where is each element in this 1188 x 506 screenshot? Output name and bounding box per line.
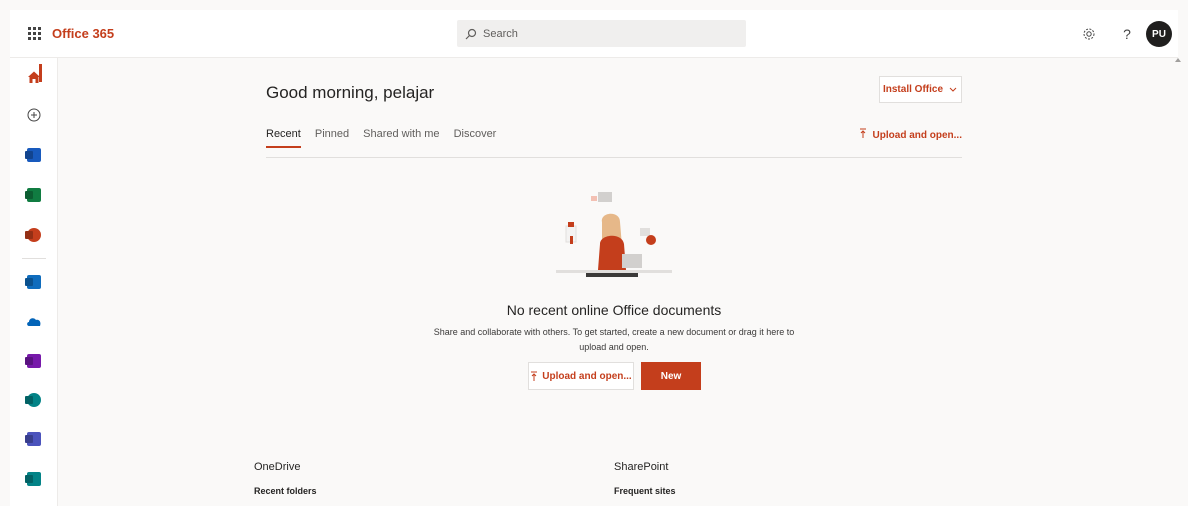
help-button[interactable]: ? (1108, 10, 1146, 58)
powerpoint-icon (27, 228, 41, 242)
waffle-icon (27, 27, 41, 40)
rail-item-home[interactable] (10, 60, 58, 94)
search-box[interactable]: Search (457, 20, 746, 47)
outlook-icon (27, 275, 41, 289)
empty-state-title: No recent online Office documents (506, 302, 722, 318)
onedrive-icon (27, 318, 41, 326)
settings-button[interactable] (1070, 10, 1108, 58)
gear-icon (1083, 28, 1095, 40)
sway-icon (27, 472, 41, 486)
scroll-up-icon[interactable] (1175, 58, 1181, 62)
rail-item-teams[interactable] (10, 422, 58, 456)
document-tabs: Recent Pinned Shared with me Discover (266, 128, 510, 148)
install-office-label: Install Office (882, 84, 943, 95)
sharepoint-heading: SharePoint (614, 461, 669, 473)
header-actions: ? PU (1070, 10, 1178, 58)
empty-state-description: Share and collaborate with others. To ge… (433, 327, 795, 352)
upload-icon (531, 371, 538, 381)
chevron-down-icon (949, 87, 957, 92)
upload-and-open-button[interactable]: Upload and open... (528, 362, 634, 390)
app-rail (10, 58, 58, 506)
recent-folders-heading: Recent folders (254, 486, 317, 496)
tabs-divider (266, 157, 962, 158)
rail-item-word[interactable] (10, 138, 58, 172)
avatar[interactable]: PU (1146, 21, 1172, 47)
frequent-sites-heading: Frequent sites (614, 486, 676, 496)
tab-shared-with-me[interactable]: Shared with me (363, 128, 439, 148)
avatar-initials: PU (1152, 28, 1166, 40)
install-office-button[interactable]: Install Office (879, 76, 962, 103)
rail-item-sway[interactable] (10, 462, 58, 496)
rail-item-create[interactable] (10, 98, 58, 132)
onenote-icon (27, 354, 41, 368)
top-bar: Office 365 Search ? PU (10, 10, 1178, 58)
rail-item-powerpoint[interactable] (10, 218, 58, 252)
upload-button-label: Upload and open... (542, 370, 632, 382)
rail-item-onenote[interactable] (10, 344, 58, 378)
empty-state-illustration (556, 192, 672, 277)
upload-and-open-label: Upload and open... (872, 130, 962, 141)
search-icon (465, 28, 477, 39)
tab-recent[interactable]: Recent (266, 128, 301, 148)
app-launcher-button[interactable] (10, 10, 58, 58)
search-placeholder: Search (483, 27, 518, 40)
excel-icon (27, 188, 41, 202)
rail-item-sharepoint[interactable] (10, 383, 58, 417)
rail-item-excel[interactable] (10, 178, 58, 212)
upload-icon (859, 128, 866, 138)
onedrive-heading: OneDrive (254, 461, 301, 473)
new-button-label: New (660, 370, 682, 382)
sharepoint-icon (27, 393, 41, 407)
tab-discover[interactable]: Discover (454, 128, 497, 148)
teams-icon (27, 432, 41, 446)
help-icon: ? (1123, 26, 1131, 42)
rail-divider (22, 258, 46, 259)
word-icon (27, 148, 41, 162)
vertical-scrollbar[interactable] (1174, 58, 1182, 506)
active-indicator (39, 64, 42, 82)
tab-pinned[interactable]: Pinned (315, 128, 349, 148)
rail-item-outlook[interactable] (10, 265, 58, 299)
brand-title[interactable]: Office 365 (52, 26, 114, 41)
plus-circle-icon (27, 108, 41, 122)
upload-and-open-link[interactable]: Upload and open... (859, 128, 962, 141)
new-button[interactable]: New (641, 362, 701, 390)
page-title: Good morning, pelajar (266, 83, 435, 102)
rail-item-onedrive[interactable] (10, 304, 58, 338)
